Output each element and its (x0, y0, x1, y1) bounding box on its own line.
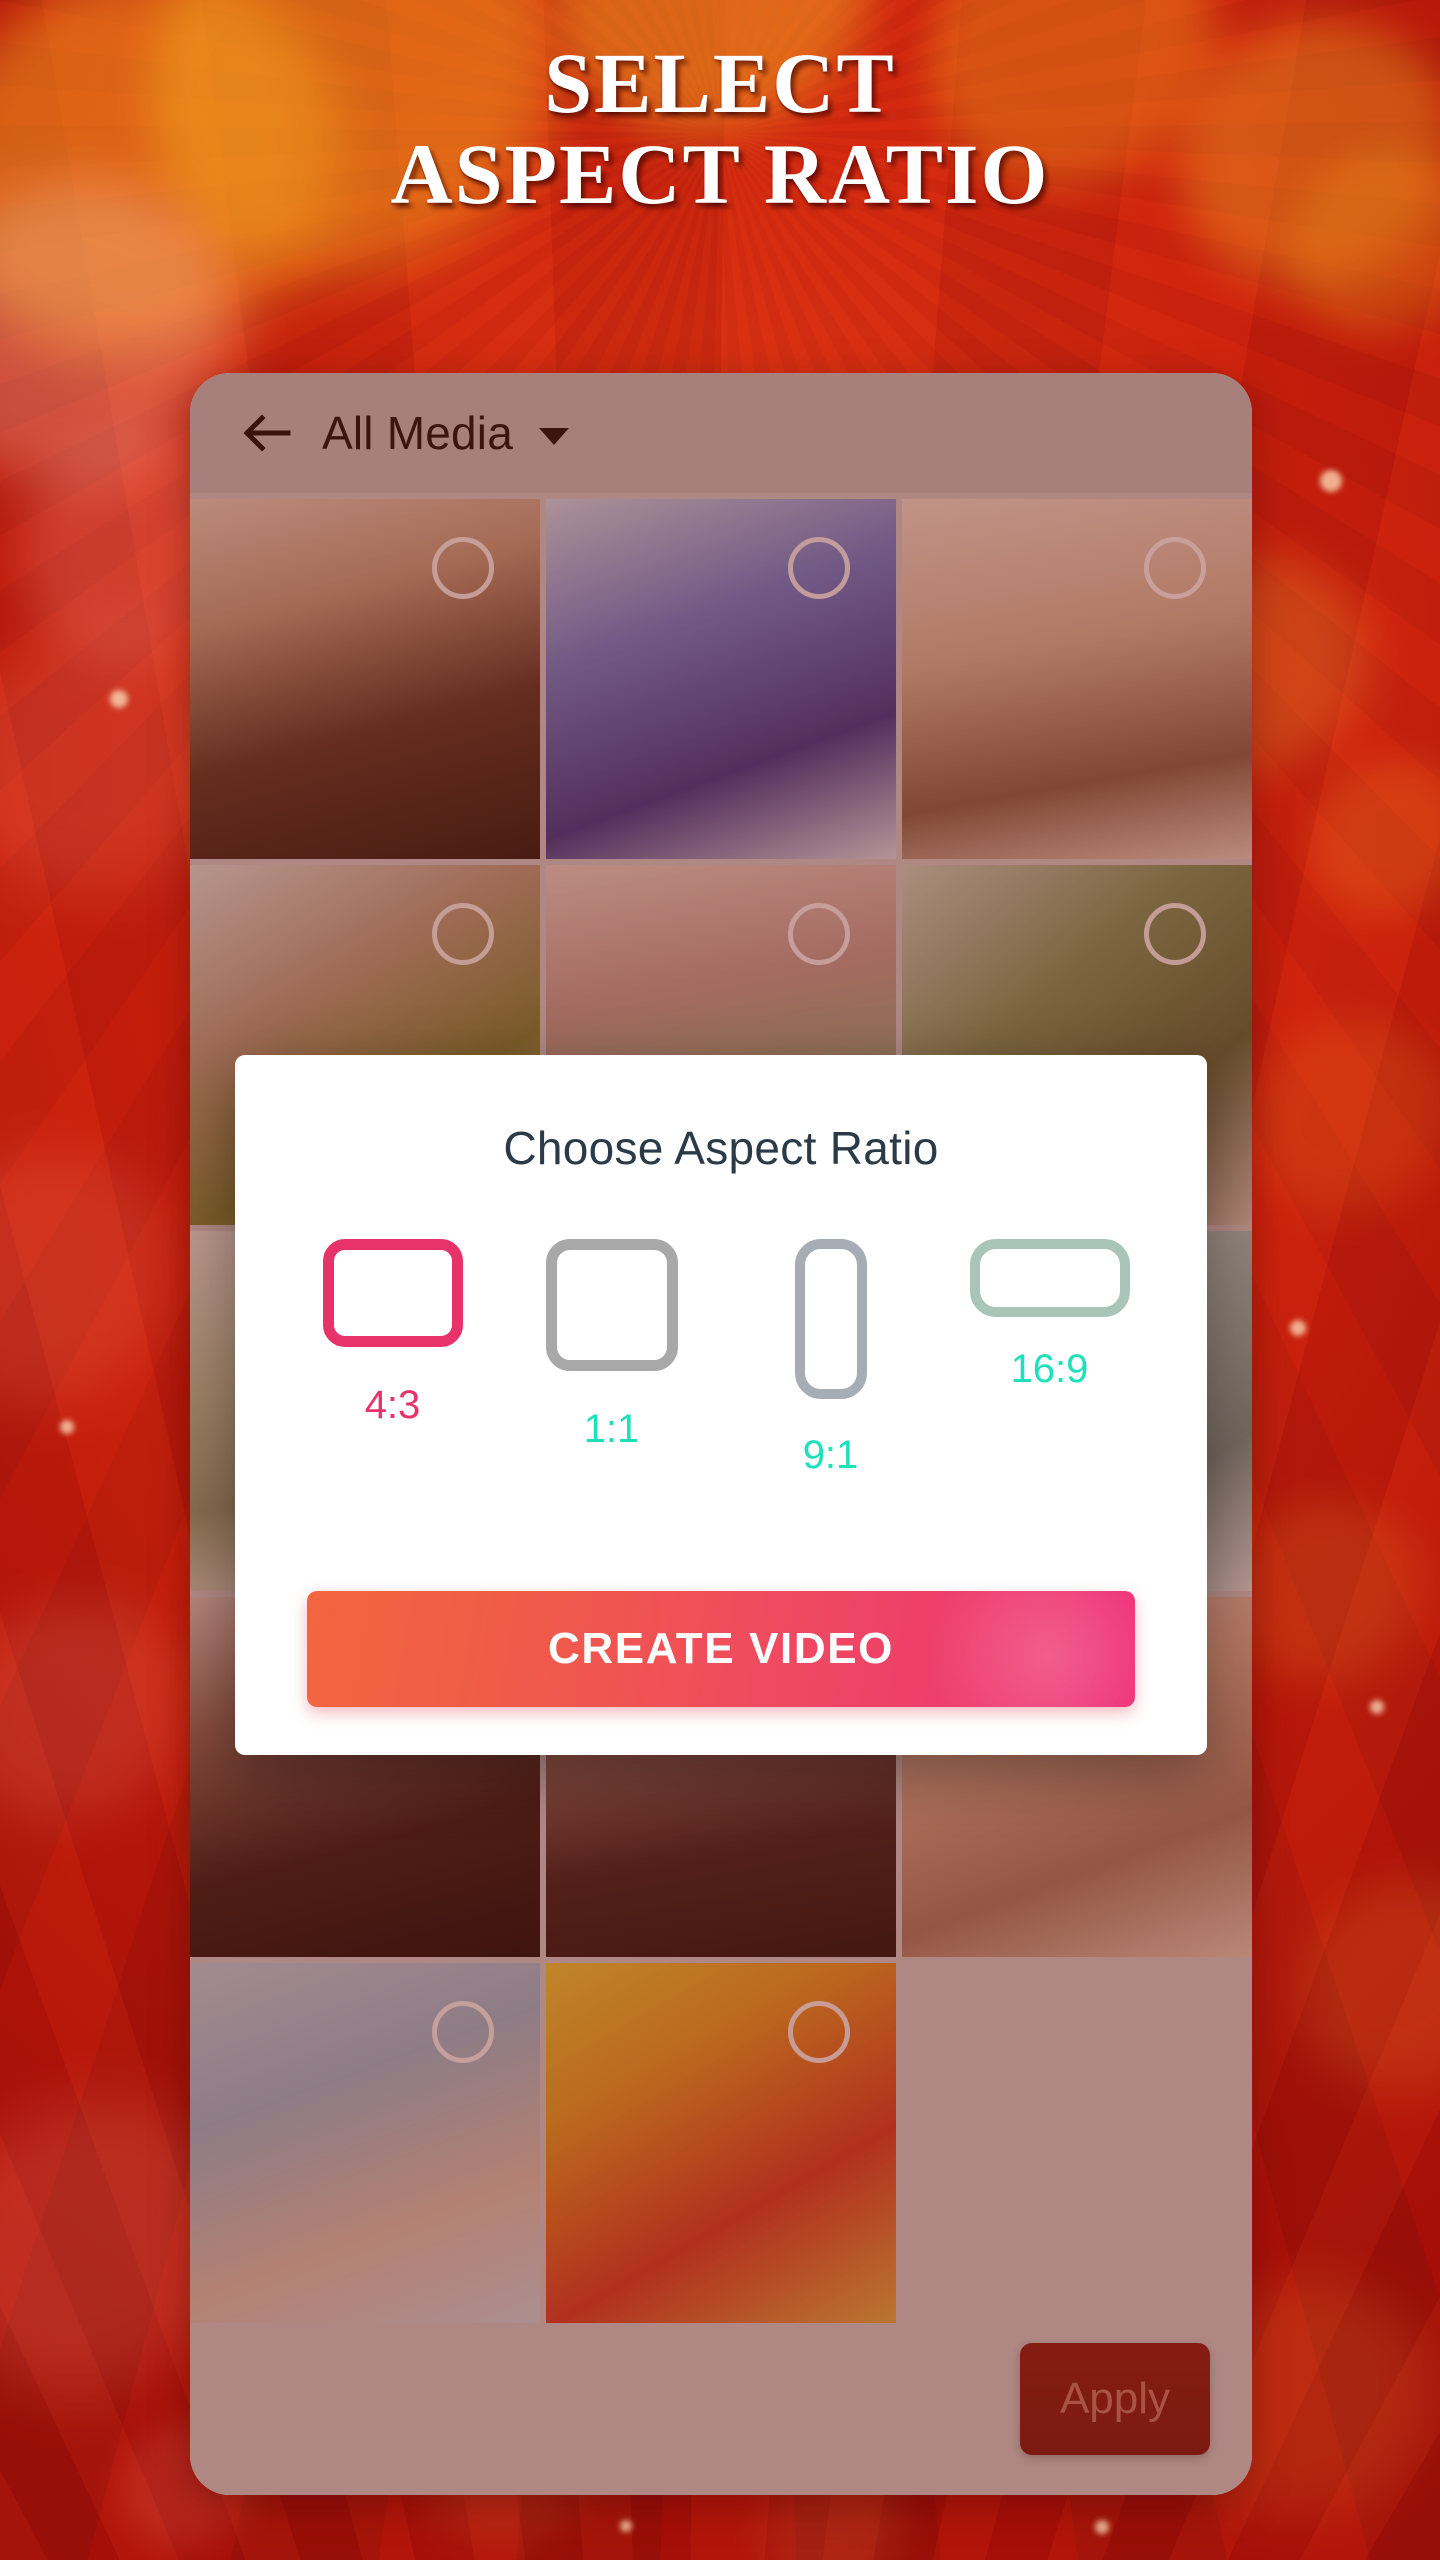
media-tile[interactable] (902, 499, 1252, 859)
media-tile[interactable] (546, 499, 896, 859)
aspect-ratio-shape-icon (545, 1239, 678, 1371)
arrow-left-icon[interactable] (238, 404, 296, 462)
aspect-ratio-label: 1:1 (583, 1407, 640, 1451)
circle-unchecked-icon[interactable] (432, 537, 494, 599)
aspect-ratio-shape-icon (969, 1239, 1130, 1317)
aspect-ratio-label: 9:1 (802, 1433, 859, 1477)
media-tile[interactable] (190, 499, 540, 859)
aspect-ratio-option-1-1[interactable]: 1:1 (502, 1239, 721, 1452)
circle-unchecked-icon[interactable] (1144, 537, 1206, 599)
app-bar-title[interactable]: All Media (322, 406, 513, 460)
media-tile[interactable] (190, 1963, 540, 2323)
aspect-ratio-option-9-1[interactable]: 9:1 (721, 1239, 940, 1478)
aspect-ratio-label: 16:9 (1010, 1347, 1089, 1391)
title-line-1: SELECT (544, 35, 896, 131)
aspect-ratio-shape-icon (794, 1239, 867, 1399)
app-bar: All Media (190, 373, 1252, 493)
circle-unchecked-icon[interactable] (1144, 903, 1206, 965)
circle-unchecked-icon[interactable] (432, 2001, 494, 2063)
title-line-2: ASPECT RATIO (390, 126, 1050, 223)
create-video-button[interactable]: CREATE VIDEO (307, 1591, 1135, 1707)
aspect-ratio-option-4-3[interactable]: 4:3 (283, 1239, 502, 1428)
aspect-ratio-shape-icon (322, 1239, 463, 1347)
dialog-title: Choose Aspect Ratio (503, 1122, 939, 1174)
page-title: SELECT ASPECT RATIO (0, 35, 1440, 223)
aspect-ratio-label: 4:3 (364, 1383, 421, 1427)
chevron-down-icon[interactable] (539, 427, 569, 445)
apply-button[interactable]: Apply (1020, 2343, 1210, 2455)
aspect-ratio-dialog: Choose Aspect Ratio 4:3 1:1 9:1 16:9 CREATE… (235, 1055, 1207, 1755)
circle-unchecked-icon[interactable] (432, 903, 494, 965)
circle-unchecked-icon[interactable] (788, 903, 850, 965)
aspect-ratio-options: 4:3 1:1 9:1 16:9 (235, 1239, 1207, 1478)
circle-unchecked-icon[interactable] (788, 2001, 850, 2063)
circle-unchecked-icon[interactable] (788, 537, 850, 599)
media-tile[interactable] (546, 1963, 896, 2323)
aspect-ratio-option-16-9[interactable]: 16:9 (940, 1239, 1159, 1392)
